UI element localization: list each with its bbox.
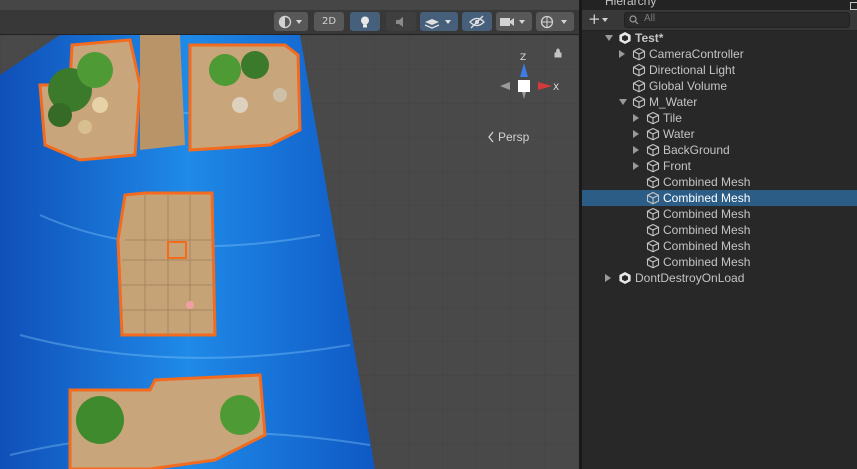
persp-label[interactable]: Persp [498, 130, 530, 144]
toggle-2d-button[interactable]: 2D [314, 12, 344, 31]
hierarchy-row-label: Test* [635, 31, 664, 45]
hierarchy-title: Hierarchy [605, 0, 657, 8]
foldout-collapsed-icon[interactable] [619, 50, 625, 58]
cube-icon [646, 255, 660, 269]
lightbulb-icon [361, 16, 369, 27]
hierarchy-row[interactable]: Front [582, 158, 857, 174]
draw-mode-dropdown[interactable] [274, 12, 308, 31]
cube-icon [646, 127, 660, 141]
chevron-down-icon [296, 19, 302, 24]
hierarchy-row-label: Tile [663, 111, 682, 125]
hierarchy-row-label: Front [663, 159, 692, 173]
island-middle [116, 191, 217, 337]
shading-sphere-icon [278, 15, 302, 28]
cube-icon [646, 239, 660, 253]
camera-dropdown[interactable] [496, 12, 532, 31]
foldout-collapsed-icon[interactable] [633, 114, 639, 122]
gizmo-axis-z: Z [520, 53, 526, 63]
eye-slash-icon [469, 15, 485, 28]
gizmo-axis-x: X [553, 83, 559, 93]
hierarchy-row[interactable]: Tile [582, 110, 857, 126]
audio-toggle-button[interactable] [386, 12, 416, 31]
cube-icon [646, 191, 660, 205]
speaker-icon [396, 16, 403, 27]
hierarchy-row[interactable]: CameraController [582, 46, 857, 62]
hierarchy-row[interactable]: Combined Mesh [582, 190, 857, 206]
hierarchy-toolbar: + All [582, 10, 857, 31]
hierarchy-row[interactable]: Directional Light [582, 62, 857, 78]
toggle-2d-label: 2D [321, 16, 337, 27]
gizmo-globe-icon [540, 15, 567, 28]
create-chevron-icon[interactable] [602, 18, 608, 22]
hierarchy-row-label: Combined Mesh [663, 175, 751, 189]
scene-visibility-button[interactable] [462, 12, 492, 31]
hierarchy-row[interactable]: M_Water [582, 94, 857, 110]
hierarchy-row-label: Combined Mesh [663, 191, 751, 205]
hierarchy-row-label: Combined Mesh [663, 207, 751, 221]
hierarchy-row[interactable]: BackGround [582, 142, 857, 158]
hierarchy-row-label: DontDestroyOnLoad [635, 271, 745, 285]
hierarchy-row[interactable]: DontDestroyOnLoad [582, 270, 857, 286]
hierarchy-row[interactable]: Combined Mesh [582, 254, 857, 270]
hierarchy-row[interactable]: Combined Mesh [582, 174, 857, 190]
unity-scene-icon [619, 272, 631, 284]
hierarchy-row-label: Global Volume [649, 79, 728, 93]
cube-icon [632, 95, 646, 109]
cube-icon [632, 47, 646, 61]
hierarchy-row-label: Combined Mesh [663, 239, 751, 253]
hierarchy-row-label: BackGround [663, 143, 730, 157]
unity-scene-icon [619, 32, 631, 44]
hierarchy-row-label: Directional Light [649, 63, 736, 77]
hierarchy-row-label: Water [663, 127, 695, 141]
foldout-collapsed-icon[interactable] [633, 146, 639, 154]
cube-icon [646, 143, 660, 157]
foldout-collapsed-icon[interactable] [633, 162, 639, 170]
cube-icon [646, 223, 660, 237]
hierarchy-row[interactable]: Test* [582, 30, 857, 46]
hierarchy-row[interactable]: Global Volume [582, 78, 857, 94]
scene-view[interactable]: 2D Z X Persp [0, 0, 579, 469]
lighting-toggle-button[interactable] [350, 12, 380, 31]
cube-icon [632, 79, 646, 93]
foldout-collapsed-icon[interactable] [605, 274, 611, 282]
island-top-right [188, 43, 302, 152]
foldout-expanded-icon[interactable] [619, 99, 627, 105]
hierarchy-row[interactable]: Combined Mesh [582, 206, 857, 222]
search-icon [629, 15, 639, 25]
search-placeholder: All [644, 13, 656, 24]
cube-icon [646, 207, 660, 221]
hierarchy-tab[interactable]: Hierarchy [582, 0, 857, 10]
effects-dropdown[interactable] [420, 12, 458, 31]
scene-render: Z X Persp [0, 35, 579, 469]
hierarchy-row[interactable]: Water [582, 126, 857, 142]
hierarchy-row-label: CameraController [649, 47, 744, 61]
cube-icon [646, 159, 660, 173]
hierarchy-row-label: M_Water [649, 95, 698, 109]
search-field[interactable]: All [624, 12, 850, 28]
hierarchy-row[interactable]: Combined Mesh [582, 222, 857, 238]
video-camera-icon [500, 17, 525, 26]
cube-icon [646, 111, 660, 125]
hierarchy-row-label: Combined Mesh [663, 223, 751, 237]
foldout-collapsed-icon[interactable] [633, 130, 639, 138]
hierarchy-row-label: Combined Mesh [663, 255, 751, 269]
create-button[interactable]: + [588, 10, 601, 28]
cube-icon [632, 63, 646, 77]
hierarchy-row[interactable]: Combined Mesh [582, 238, 857, 254]
scene-viewport[interactable]: Z X Persp [0, 35, 579, 469]
hierarchy-panel: Hierarchy + All Test* CameraController Dir… [582, 0, 857, 469]
layers-icon [424, 18, 451, 29]
panel-menu-icon[interactable] [850, 2, 857, 10]
scene-toolbar: 2D [0, 10, 579, 35]
gizmos-dropdown[interactable] [536, 12, 574, 31]
cube-icon [646, 175, 660, 189]
foldout-expanded-icon[interactable] [605, 35, 613, 41]
